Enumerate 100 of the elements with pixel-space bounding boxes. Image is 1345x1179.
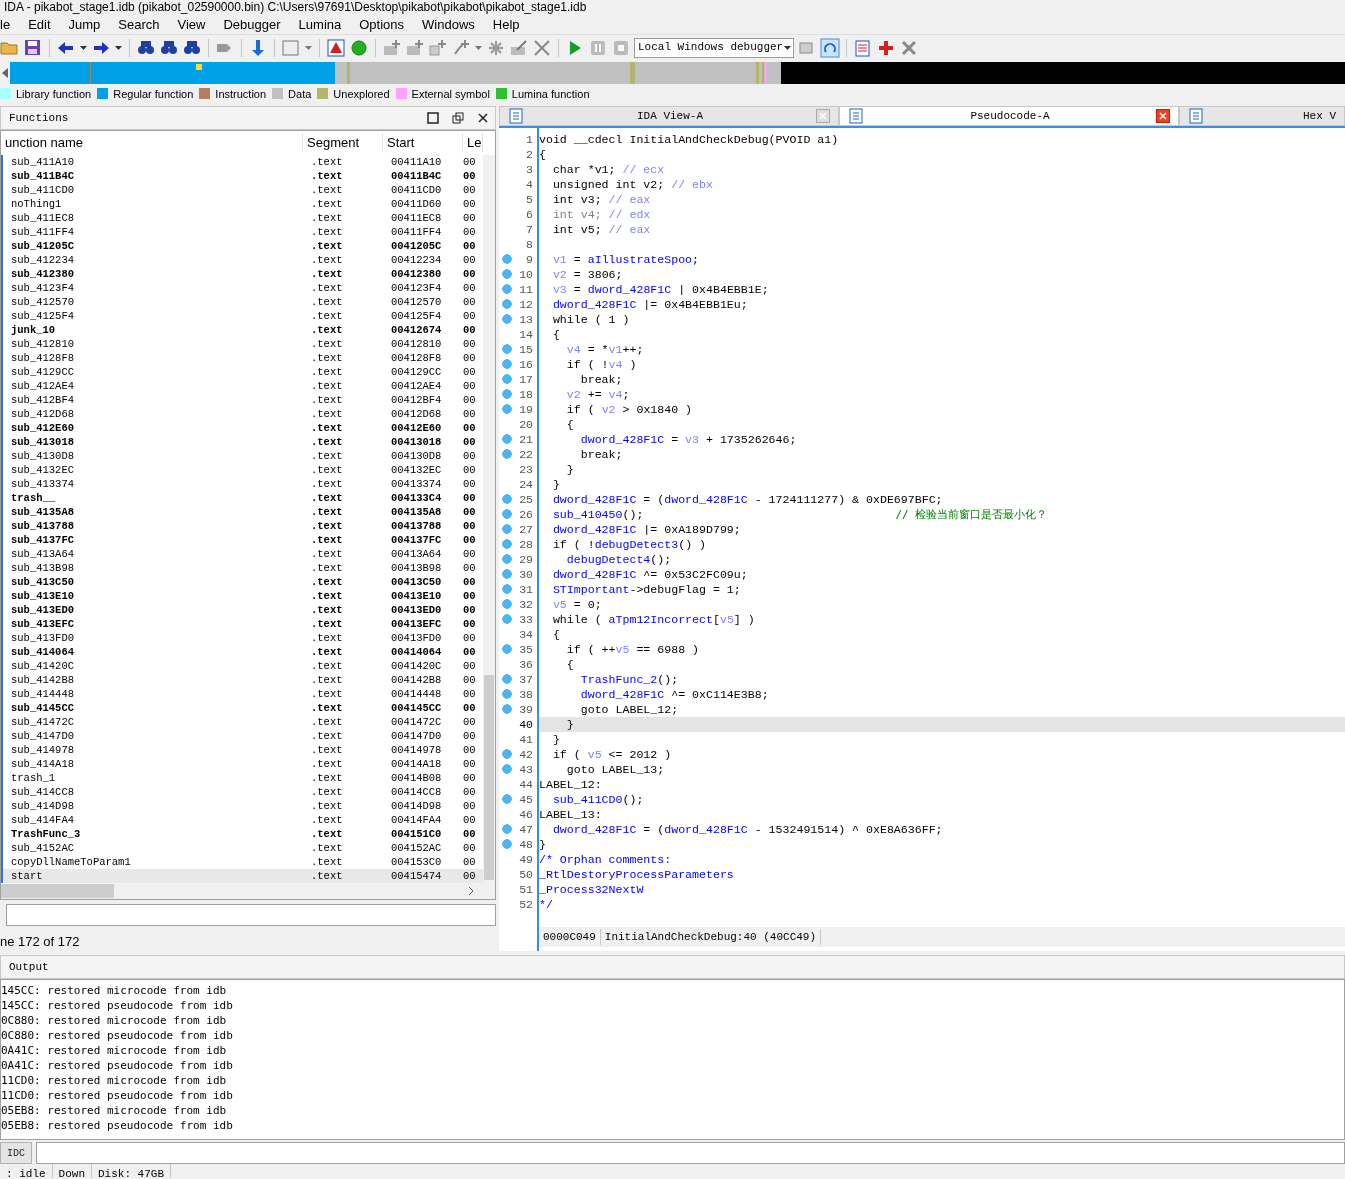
- line-number[interactable]: 5: [499, 192, 533, 207]
- column-header[interactable]: Start: [383, 133, 463, 153]
- scrollbar-thumb[interactable]: [484, 674, 494, 880]
- function-row[interactable]: sub_412AE4 .text 00412AE4 00: [3, 378, 483, 393]
- function-row[interactable]: sub_4142B8 .text 004142B8 00: [3, 672, 483, 687]
- line-number[interactable]: 4: [499, 177, 533, 192]
- function-row[interactable]: sub_412E60 .text 00412E60 00: [3, 420, 483, 435]
- navigation-band[interactable]: [10, 62, 1345, 84]
- line-number[interactable]: 25: [499, 492, 533, 507]
- menu-item[interactable]: Windows: [413, 14, 484, 35]
- menu-item[interactable]: Options: [350, 14, 414, 35]
- warning-icon[interactable]: [326, 37, 346, 58]
- line-number[interactable]: 2: [499, 147, 533, 162]
- function-row[interactable]: sub_41420C .text 0041420C 00: [3, 658, 483, 673]
- command-field[interactable]: [36, 1142, 1345, 1164]
- scroll-right-icon[interactable]: [467, 885, 475, 896]
- menu-item[interactable]: Jump: [59, 14, 110, 35]
- menu-item[interactable]: View: [168, 14, 215, 35]
- line-number[interactable]: 50: [499, 867, 533, 882]
- line-number[interactable]: 26: [499, 507, 533, 522]
- line-number[interactable]: 43: [499, 762, 533, 777]
- line-number[interactable]: 41: [499, 732, 533, 747]
- function-row[interactable]: copyDllNameToParam1 .text 004153C0 00: [3, 854, 483, 869]
- view-tab[interactable]: Pseudocode-A: [839, 106, 1179, 126]
- function-row[interactable]: sub_4125F4 .text 004125F4 00: [3, 308, 483, 323]
- line-number[interactable]: 28: [499, 537, 533, 552]
- line-number[interactable]: 1: [499, 132, 533, 147]
- function-row[interactable]: sub_413788 .text 00413788 00: [3, 518, 483, 533]
- line-number[interactable]: 44: [499, 777, 533, 792]
- line-number[interactable]: 3: [499, 162, 533, 177]
- line-number[interactable]: 18: [499, 387, 533, 402]
- menu-item[interactable]: le: [0, 14, 20, 35]
- function-row[interactable]: sub_412234 .text 00412234 00: [3, 252, 483, 267]
- filter-field[interactable]: [6, 903, 496, 926]
- function-row[interactable]: sub_414978 .text 00414978 00: [3, 742, 483, 757]
- function-row[interactable]: sub_4132EC .text 004132EC 00: [3, 462, 483, 477]
- function-row[interactable]: sub_411CD0 .text 00411CD0 00: [3, 182, 483, 197]
- function-row[interactable]: sub_414448 .text 00414448 00: [3, 686, 483, 701]
- function-row[interactable]: sub_413EFC .text 00413EFC 00: [3, 616, 483, 631]
- function-row[interactable]: sub_413E10 .text 00413E10 00: [3, 588, 483, 603]
- save-icon[interactable]: [23, 37, 43, 58]
- line-number[interactable]: 35: [499, 642, 533, 657]
- function-row[interactable]: sub_412BF4 .text 00412BF4 00: [3, 392, 483, 407]
- function-row[interactable]: trash_1 .text 00414B08 00: [3, 770, 483, 785]
- add-text-icon[interactable]: [428, 37, 448, 58]
- line-number[interactable]: 51: [499, 882, 533, 897]
- close-icon[interactable]: [477, 111, 489, 124]
- function-row[interactable]: sub_413018 .text 00413018 00: [3, 434, 483, 449]
- line-number[interactable]: 52: [499, 897, 533, 912]
- function-row[interactable]: sub_4123F4 .text 004123F4 00: [3, 280, 483, 295]
- function-row[interactable]: sub_41205C .text 0041205C 00: [3, 238, 483, 253]
- menu-item[interactable]: Edit: [19, 14, 60, 35]
- line-number[interactable]: 37: [499, 672, 533, 687]
- restore-icon[interactable]: [452, 111, 464, 124]
- line-number[interactable]: 6: [499, 207, 533, 222]
- function-row[interactable]: sub_41472C .text 0041472C 00: [3, 714, 483, 729]
- menu-item[interactable]: Debugger: [214, 14, 290, 35]
- line-number[interactable]: 22: [499, 447, 533, 462]
- function-row[interactable]: sub_413B98 .text 00413B98 00: [3, 560, 483, 575]
- function-row[interactable]: sub_413ED0 .text 00413ED0 00: [3, 602, 483, 617]
- line-number[interactable]: 30: [499, 567, 533, 582]
- list-icon[interactable]: [853, 37, 873, 58]
- line-number[interactable]: 31: [499, 582, 533, 597]
- line-number[interactable]: 49: [499, 852, 533, 867]
- menu-item[interactable]: Lumina: [289, 14, 351, 35]
- line-number[interactable]: 15: [499, 342, 533, 357]
- line-number[interactable]: 20: [499, 417, 533, 432]
- function-row[interactable]: sub_411B4C .text 00411B4C 00: [3, 168, 483, 183]
- line-number[interactable]: 9: [499, 252, 533, 267]
- function-row[interactable]: sub_414CC8 .text 00414CC8 00: [3, 784, 483, 799]
- function-row[interactable]: sub_413FD0 .text 00413FD0 00: [3, 630, 483, 645]
- line-number[interactable]: 8: [499, 237, 533, 252]
- column-header[interactable]: Le: [463, 133, 483, 153]
- line-number[interactable]: 39: [499, 702, 533, 717]
- view-tab[interactable]: IDA View-A: [499, 106, 839, 126]
- line-number[interactable]: 48: [499, 837, 533, 852]
- line-number[interactable]: 17: [499, 372, 533, 387]
- close-icon[interactable]: [1156, 109, 1170, 123]
- menu-item[interactable]: Search: [109, 14, 169, 35]
- function-row[interactable]: sub_413C50 .text 00413C50 00: [3, 574, 483, 589]
- line-number[interactable]: 11: [499, 282, 533, 297]
- function-row[interactable]: start .text 00415474 00: [3, 868, 483, 883]
- function-row[interactable]: sub_412810 .text 00412810 00: [3, 336, 483, 351]
- language-button[interactable]: IDC: [0, 1142, 32, 1164]
- line-number[interactable]: 12: [499, 297, 533, 312]
- function-row[interactable]: sub_4137FC .text 004137FC 00: [3, 532, 483, 547]
- debugger-select[interactable]: Local Windows debugger: [634, 37, 794, 58]
- line-number[interactable]: 23: [499, 462, 533, 477]
- line-number[interactable]: 40: [499, 717, 533, 732]
- function-row[interactable]: sub_4128F8 .text 004128F8 00: [3, 350, 483, 365]
- function-row[interactable]: sub_4130D8 .text 004130D8 00: [3, 448, 483, 463]
- function-row[interactable]: sub_414A18 .text 00414A18 00: [3, 756, 483, 771]
- function-row[interactable]: sub_412D68 .text 00412D68 00: [3, 406, 483, 421]
- refresh-icon[interactable]: [820, 37, 840, 58]
- function-row[interactable]: sub_411FF4 .text 00411FF4 00: [3, 224, 483, 239]
- line-number[interactable]: 24: [499, 477, 533, 492]
- line-number[interactable]: 10: [499, 267, 533, 282]
- function-row[interactable]: sub_414FA4 .text 00414FA4 00: [3, 812, 483, 827]
- edit-icon[interactable]: [509, 37, 529, 58]
- vertical-scrollbar[interactable]: [483, 154, 495, 883]
